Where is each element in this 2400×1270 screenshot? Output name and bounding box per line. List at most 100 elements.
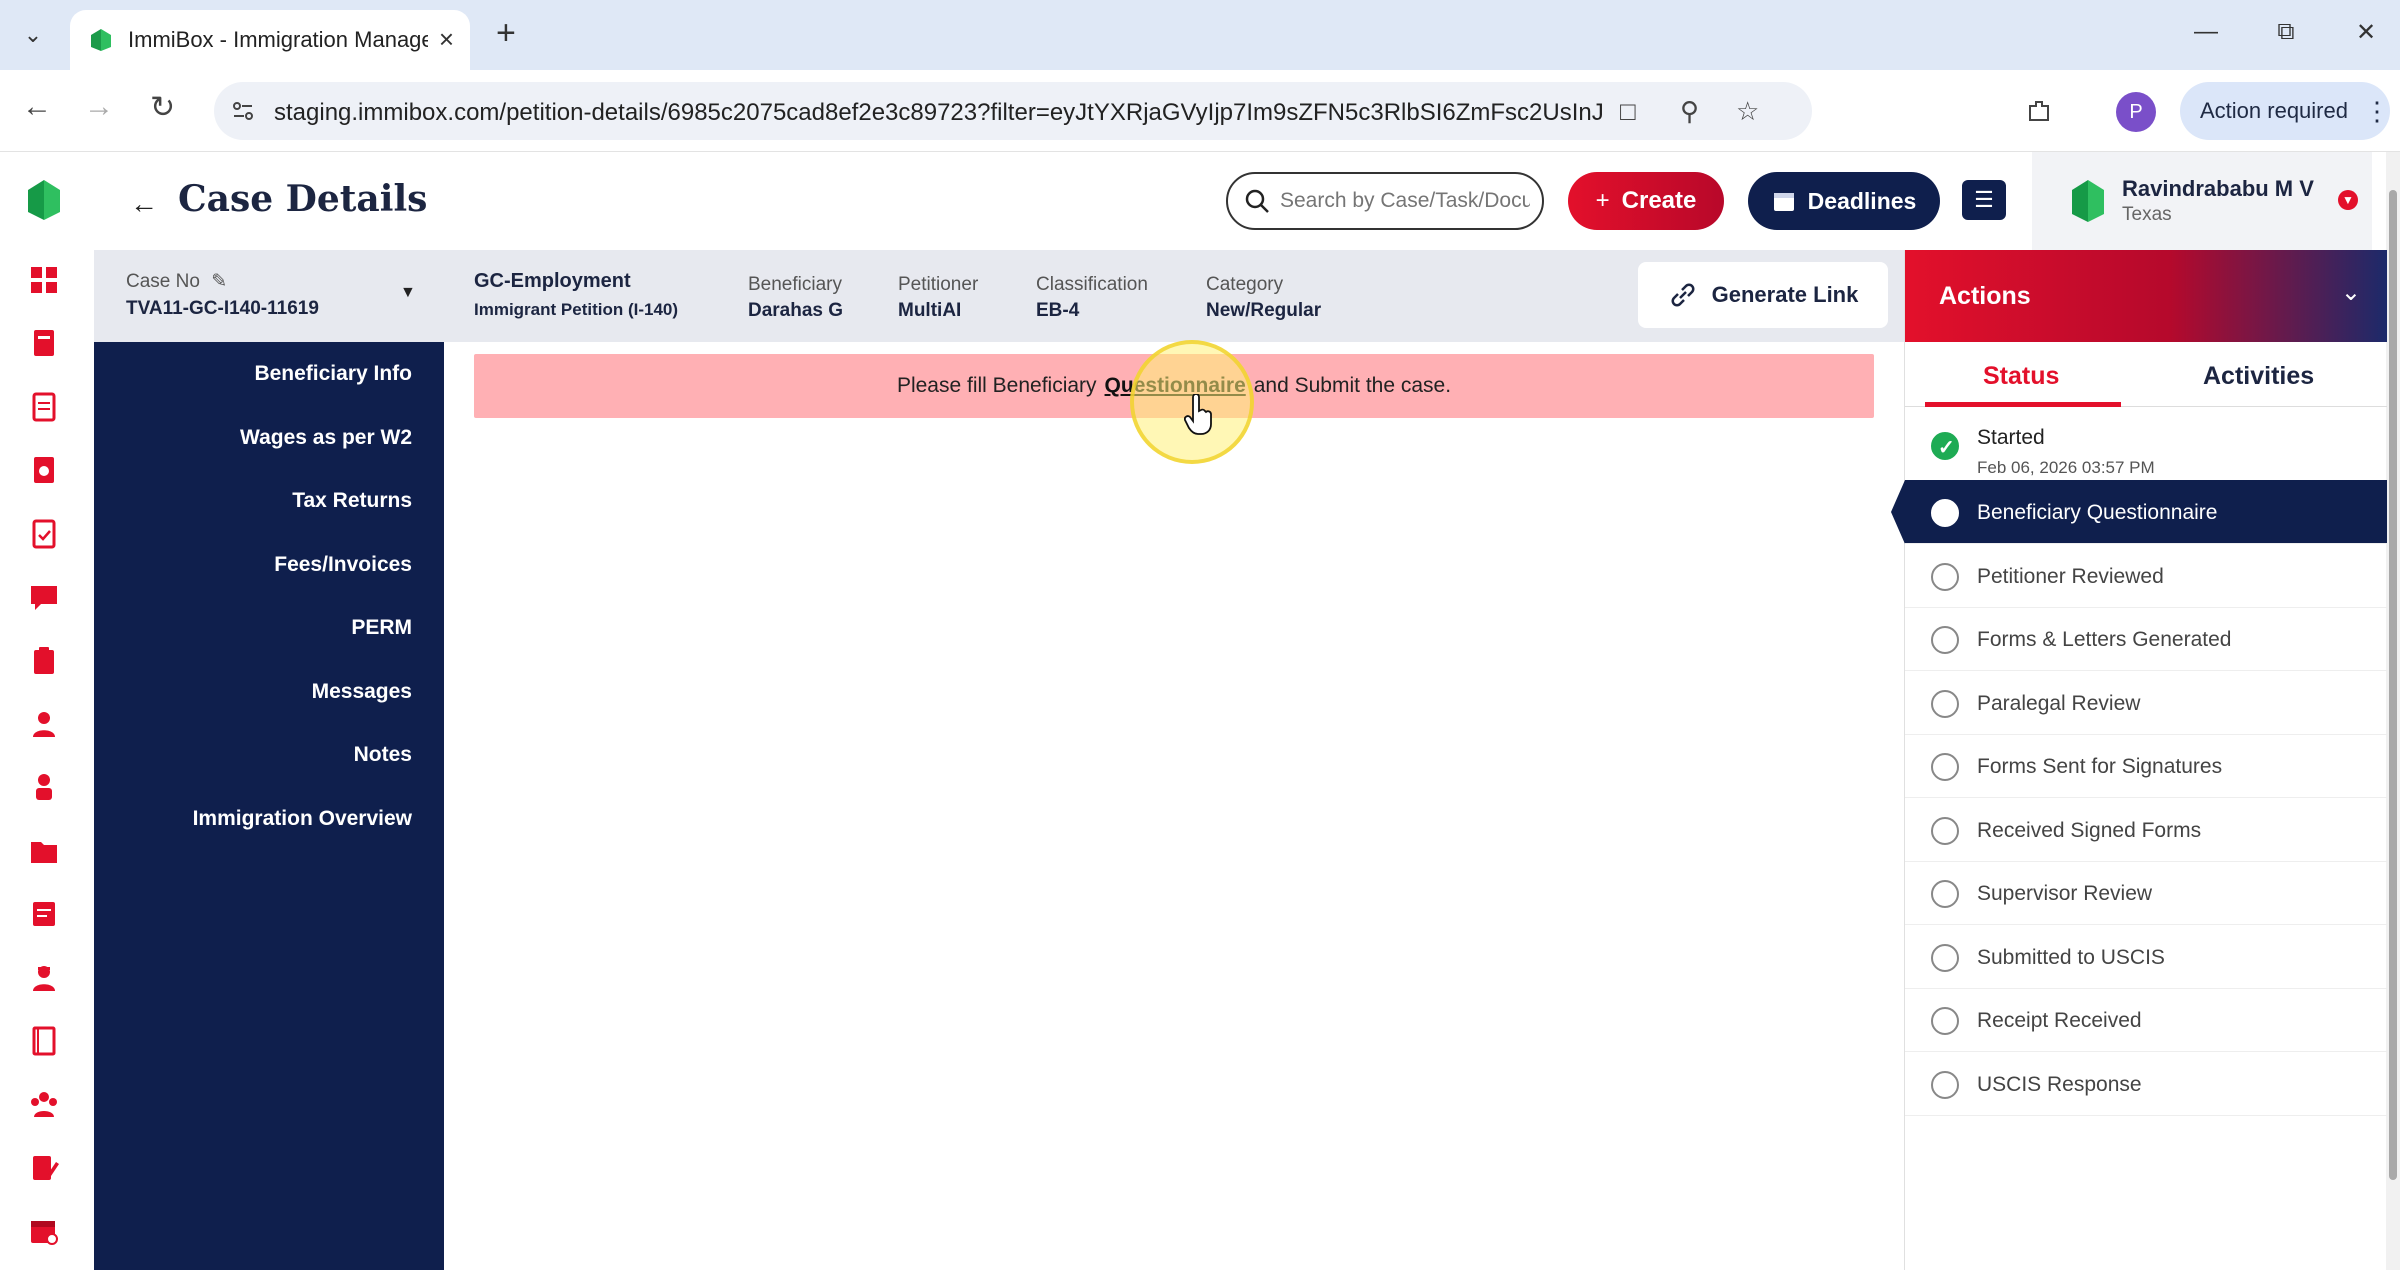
create-button[interactable]: + Create bbox=[1568, 172, 1724, 230]
cases-icon[interactable] bbox=[28, 327, 60, 359]
browser-tab[interactable]: ImmiBox - Immigration Manage × bbox=[70, 10, 470, 70]
status-step-received-signed-forms[interactable]: Received Signed Forms bbox=[1905, 798, 2387, 862]
deadlines-button[interactable]: Deadlines bbox=[1748, 172, 1940, 230]
hand-cursor-icon bbox=[1184, 394, 1212, 435]
tab-activities[interactable]: Activities bbox=[2203, 362, 2314, 391]
generate-link-button[interactable]: Generate Link bbox=[1638, 262, 1888, 328]
book-icon[interactable] bbox=[28, 1025, 60, 1057]
classification-value: EB-4 bbox=[1036, 300, 1080, 321]
user-icon[interactable] bbox=[28, 708, 60, 740]
alert-suffix: and Submit the case. bbox=[1253, 374, 1452, 397]
status-step-uscis-response[interactable]: USCIS Response bbox=[1905, 1052, 2387, 1116]
immibox-favicon-icon bbox=[91, 29, 111, 51]
status-step-supervisor-review[interactable]: Supervisor Review bbox=[1905, 861, 2387, 925]
edit-document-icon[interactable] bbox=[28, 1152, 60, 1184]
status-step-petitioner-reviewed[interactable]: Petitioner Reviewed bbox=[1905, 544, 2387, 608]
window-close-icon[interactable]: ✕ bbox=[2346, 18, 2386, 47]
tab-title: ImmiBox - Immigration Manage bbox=[128, 27, 428, 52]
extensions-icon[interactable] bbox=[2024, 96, 2054, 126]
plus-icon: + bbox=[1595, 187, 1610, 214]
step-circle-icon bbox=[1931, 880, 1959, 908]
case-dropdown-icon[interactable]: ▼ bbox=[400, 284, 416, 302]
profile-avatar[interactable]: P bbox=[2116, 92, 2156, 132]
chevron-down-icon[interactable]: ▼ bbox=[2338, 190, 2358, 210]
petitioner-value: MultiAI bbox=[898, 300, 962, 321]
search-input[interactable] bbox=[1280, 189, 1530, 213]
create-label: Create bbox=[1621, 187, 1697, 214]
forward-arrow-icon[interactable]: → bbox=[84, 90, 114, 124]
new-tab-icon[interactable]: + bbox=[496, 14, 516, 53]
bookmark-star-icon[interactable]: ☆ bbox=[1736, 96, 1759, 127]
chevron-down-icon[interactable]: ⌄ bbox=[2341, 278, 2361, 307]
zoom-icon[interactable]: ⚲ bbox=[1680, 96, 1699, 127]
step-label: Started bbox=[1977, 426, 2045, 449]
tasks-icon[interactable] bbox=[28, 454, 60, 486]
folder-icon[interactable] bbox=[28, 835, 60, 867]
sidebar-item-immigration-overview[interactable]: Immigration Overview bbox=[193, 807, 412, 831]
beneficiary-label: Beneficiary bbox=[748, 274, 842, 295]
reload-icon[interactable]: ↻ bbox=[150, 90, 175, 125]
sidebar-item-perm[interactable]: PERM bbox=[351, 616, 412, 640]
team-settings-icon[interactable] bbox=[28, 1088, 60, 1120]
dashboard-icon[interactable] bbox=[28, 264, 60, 296]
global-search[interactable] bbox=[1226, 172, 1544, 230]
step-label: Petitioner Reviewed bbox=[1977, 565, 2164, 588]
actions-header[interactable]: Actions ⌄ bbox=[1905, 250, 2387, 342]
status-step-forms-letters-generated[interactable]: Forms & Letters Generated bbox=[1905, 607, 2387, 671]
step-circle-icon bbox=[1931, 753, 1959, 781]
deadlines-label: Deadlines bbox=[1807, 187, 1917, 214]
restore-icon[interactable]: ⧉ bbox=[2266, 18, 2306, 46]
status-step-forms-sent-signatures[interactable]: Forms Sent for Signatures bbox=[1905, 734, 2387, 798]
site-settings-icon[interactable] bbox=[230, 98, 256, 124]
admin-user-icon[interactable] bbox=[28, 962, 60, 994]
case-no-label: Case No ✎ bbox=[126, 271, 228, 292]
calendar-icon bbox=[1773, 193, 1794, 211]
action-required-button[interactable]: Action required ⋮ bbox=[2180, 82, 2390, 140]
case-sidebar: Beneficiary Info Wages as per W2 Tax Ret… bbox=[94, 342, 444, 1270]
browser-toolbar: ← → ↻ staging.immibox.com/petition-detai… bbox=[0, 70, 2400, 152]
calendar-settings-icon[interactable] bbox=[28, 1215, 60, 1247]
generate-link-label: Generate Link bbox=[1711, 282, 1859, 307]
alert-prefix: Please fill Beneficiary bbox=[896, 374, 1097, 397]
checklist-icon[interactable] bbox=[28, 518, 60, 550]
immibox-logo-icon[interactable] bbox=[24, 176, 64, 224]
case-subtype: Immigrant Petition (I-140) bbox=[474, 300, 679, 319]
scrollbar-thumb[interactable] bbox=[2389, 190, 2397, 1180]
tab-close-icon[interactable]: × bbox=[439, 24, 454, 55]
search-icon bbox=[1245, 189, 1269, 213]
step-circle-icon bbox=[1931, 1071, 1959, 1099]
more-options-icon[interactable]: ⋮ bbox=[2364, 96, 2390, 127]
petitioner-label: Petitioner bbox=[898, 274, 979, 295]
sidebar-item-fees-invoices[interactable]: Fees/Invoices bbox=[274, 553, 412, 577]
actions-title: Actions bbox=[1939, 282, 2031, 310]
sidebar-item-wages-w2[interactable]: Wages as per W2 bbox=[240, 426, 412, 450]
case-number: TVA11-GC-I140-11619 bbox=[126, 298, 319, 319]
messages-icon[interactable]: ☰ bbox=[1962, 180, 2006, 220]
browser-tab-bar: ⌄ ImmiBox - Immigration Manage × + — ⧉ ✕ bbox=[0, 0, 2400, 70]
address-bar[interactable]: staging.immibox.com/petition-details/698… bbox=[214, 82, 1812, 140]
pencil-icon[interactable]: ✎ bbox=[211, 271, 227, 292]
sidebar-item-notes[interactable]: Notes bbox=[354, 743, 412, 767]
status-step-submitted-uscis[interactable]: Submitted to USCIS bbox=[1905, 925, 2387, 989]
status-step-beneficiary-questionnaire[interactable]: Beneficiary Questionnaire bbox=[1891, 480, 2387, 544]
step-label: USCIS Response bbox=[1977, 1073, 2142, 1096]
active-tab-indicator bbox=[1925, 402, 2121, 407]
camera-off-icon[interactable]: □ bbox=[1620, 96, 1636, 127]
back-arrow-icon[interactable]: ← bbox=[22, 90, 52, 124]
sidebar-item-beneficiary-info[interactable]: Beneficiary Info bbox=[254, 362, 412, 386]
user-menu[interactable]: Ravindrababu M V Texas ▼ bbox=[2032, 152, 2372, 250]
notes-icon[interactable] bbox=[28, 898, 60, 930]
clipboard-icon[interactable] bbox=[28, 645, 60, 677]
sidebar-item-tax-returns[interactable]: Tax Returns bbox=[292, 489, 412, 513]
back-arrow-icon[interactable]: ← bbox=[124, 184, 164, 224]
minimize-icon[interactable]: — bbox=[2186, 18, 2226, 46]
tab-status[interactable]: Status bbox=[1983, 362, 2059, 391]
documents-icon[interactable] bbox=[28, 391, 60, 423]
tab-search-chevron-icon[interactable]: ⌄ bbox=[12, 14, 54, 56]
step-label: Paralegal Review bbox=[1977, 692, 2141, 715]
status-step-receipt-received[interactable]: Receipt Received bbox=[1905, 988, 2387, 1052]
sidebar-item-messages[interactable]: Messages bbox=[312, 680, 412, 704]
person-icon[interactable] bbox=[28, 771, 60, 803]
chat-icon[interactable] bbox=[28, 581, 60, 613]
status-step-paralegal-review[interactable]: Paralegal Review bbox=[1905, 671, 2387, 735]
